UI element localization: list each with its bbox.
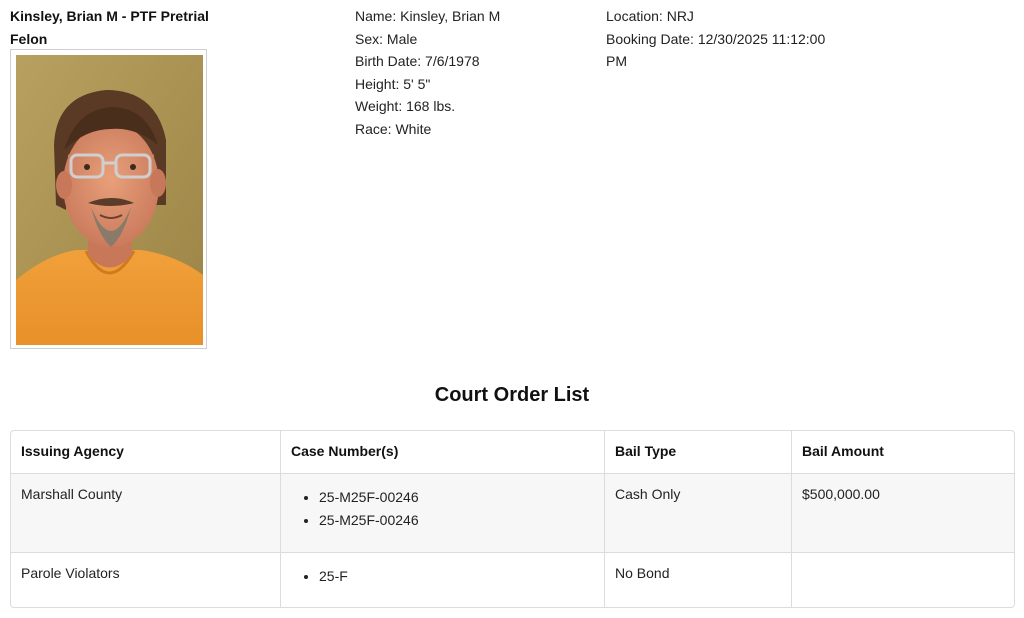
detail-race: Race: White <box>355 120 432 137</box>
table-row: Parole Violators 25-F No Bond <box>11 552 1014 607</box>
table-row: Marshall County 25-M25F-00246 25-M25F-00… <box>11 473 1014 553</box>
case-number-item: 25-M25F-00246 <box>319 486 594 509</box>
detail-height: Height: 5' 5" <box>355 75 431 92</box>
cell-issuing-agency: Marshall County <box>11 473 281 553</box>
case-number-list: 25-F <box>291 565 594 588</box>
column-header-bail-type: Bail Type <box>604 431 792 474</box>
cell-issuing-agency: Parole Violators <box>11 552 281 607</box>
booking-date: Booking Date: 12/30/2025 11:12:00 PM <box>606 30 826 70</box>
court-order-list-title: Court Order List <box>434 384 590 406</box>
column-header-issuing-agency: Issuing Agency <box>11 431 281 474</box>
inmate-title: Kinsley, Brian M - PTF Pretrial Felon <box>10 5 240 50</box>
case-number-item: 25-F <box>319 565 594 588</box>
cell-bail-type: No Bond <box>604 552 792 607</box>
cell-case-numbers: 25-F <box>280 552 605 607</box>
detail-name: Name: Kinsley, Brian M <box>355 8 501 24</box>
inmate-title-line1: Kinsley, Brian M - PTF Pretrial <box>10 8 209 24</box>
column-header-case-numbers: Case Number(s) <box>280 431 605 474</box>
booking-info: Location: NRJ Booking Date: 12/30/2025 1… <box>606 5 856 73</box>
detail-birth-date: Birth Date: 7/6/1978 <box>355 53 480 69</box>
booking-location: Location: NRJ <box>606 8 694 24</box>
column-header-bail-amount: Bail Amount <box>791 431 1014 474</box>
cell-bail-amount <box>791 552 1014 607</box>
cell-bail-type: Cash Only <box>604 473 792 553</box>
inmate-title-line2: Felon <box>10 30 48 47</box>
detail-sex: Sex: Male <box>355 30 418 47</box>
cell-bail-amount: $500,000.00 <box>791 473 1014 553</box>
inmate-details: Name: Kinsley, Brian M Sex: Male Birth D… <box>355 5 500 140</box>
court-order-table: Issuing Agency Case Number(s) Bail Type … <box>10 430 1015 608</box>
case-number-item: 25-M25F-00246 <box>319 509 594 532</box>
inmate-detail-page: Kinsley, Brian M - PTF Pretrial Felon Na… <box>0 0 1024 618</box>
booking-photo <box>16 55 203 345</box>
table-header-row: Issuing Agency Case Number(s) Bail Type … <box>11 431 1014 474</box>
case-number-list: 25-M25F-00246 25-M25F-00246 <box>291 486 594 532</box>
booking-photo-frame <box>10 49 207 349</box>
cell-case-numbers: 25-M25F-00246 25-M25F-00246 <box>280 473 605 553</box>
detail-weight: Weight: 168 lbs. <box>355 98 456 114</box>
